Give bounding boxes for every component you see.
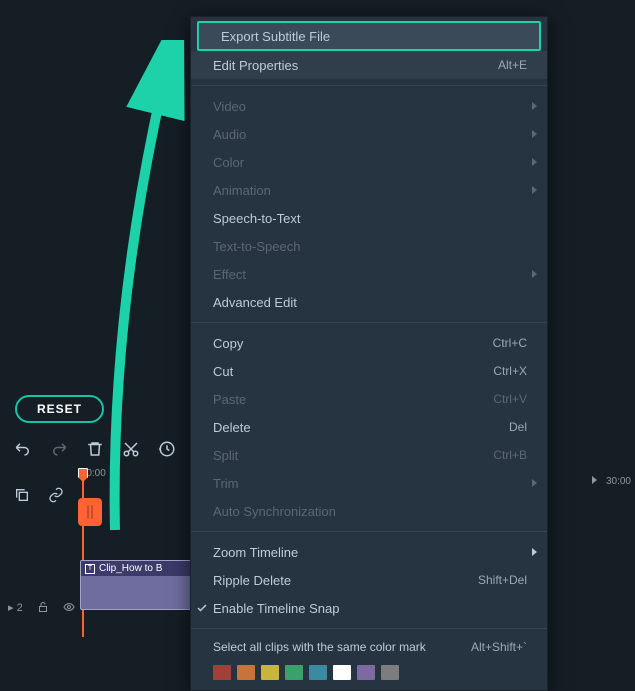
menu-animation: Animation (191, 176, 547, 204)
timeline-ruler-end: 30:00 (606, 476, 631, 487)
link-icon[interactable] (48, 487, 64, 503)
history-icon[interactable] (158, 440, 176, 458)
menu-zoom-timeline[interactable]: Zoom Timeline (191, 538, 547, 566)
menu-video: Video (191, 92, 547, 120)
chevron-right-icon (532, 158, 537, 166)
menu-ripple-delete[interactable]: Ripple DeleteShift+Del (191, 566, 547, 594)
color-swatch[interactable] (309, 665, 327, 680)
color-swatch[interactable] (285, 665, 303, 680)
menu-separator (191, 628, 547, 629)
menu-separator (191, 322, 547, 323)
ruler-arrow-icon (592, 476, 597, 484)
menu-copy[interactable]: CopyCtrl+C (191, 329, 547, 357)
color-swatch[interactable] (357, 665, 375, 680)
menu-advanced-edit[interactable]: Advanced Edit (191, 288, 547, 316)
menu-edit-properties[interactable]: Edit Properties Alt+E (191, 51, 547, 79)
context-menu: Export Subtitle File Edit Properties Alt… (190, 16, 548, 691)
track-controls: ▸ 2 (0, 595, 80, 619)
menu-export-subtitle[interactable]: Export Subtitle File (197, 21, 541, 51)
editor-toolbar (0, 433, 190, 465)
copy-icon[interactable] (14, 487, 30, 503)
delete-icon[interactable] (86, 440, 104, 458)
chevron-right-icon (532, 270, 537, 278)
chevron-right-icon (532, 186, 537, 194)
timeline-clip[interactable]: T Clip_How to B (80, 560, 192, 610)
clip-title: Clip_How to B (99, 563, 162, 574)
color-swatch[interactable] (261, 665, 279, 680)
playhead-marker-icon (78, 468, 88, 482)
color-swatch[interactable] (237, 665, 255, 680)
menu-split: SplitCtrl+B (191, 441, 547, 469)
menu-audio: Audio (191, 120, 547, 148)
clip-label: T Clip_How to B (81, 561, 191, 576)
text-clip-icon: T (85, 564, 95, 574)
chevron-right-icon (532, 479, 537, 487)
chevron-right-icon (532, 130, 537, 138)
menu-trim: Trim (191, 469, 547, 497)
menu-effect: Effect (191, 260, 547, 288)
playhead-handle[interactable] (78, 498, 102, 526)
menu-separator (191, 531, 547, 532)
annotation-arrow-icon (100, 40, 190, 540)
menu-color: Color (191, 148, 547, 176)
chevron-right-icon (532, 548, 537, 556)
menu-paste: PasteCtrl+V (191, 385, 547, 413)
color-mark-row (191, 659, 547, 684)
menu-text-to-speech: Text-to-Speech (191, 232, 547, 260)
menu-cut[interactable]: CutCtrl+X (191, 357, 547, 385)
cut-icon[interactable] (122, 440, 140, 458)
color-swatch[interactable] (213, 665, 231, 680)
color-swatch[interactable] (333, 665, 351, 680)
undo-icon[interactable] (14, 440, 32, 458)
menu-speech-to-text[interactable]: Speech-to-Text (191, 204, 547, 232)
menu-delete[interactable]: DeleteDel (191, 413, 547, 441)
redo-icon[interactable] (50, 440, 68, 458)
menu-separator (191, 85, 547, 86)
menu-timeline-snap[interactable]: Enable Timeline Snap (191, 594, 547, 622)
lock-icon[interactable] (37, 601, 49, 613)
reset-button[interactable]: RESET (15, 395, 104, 423)
track-index: ▸ 2 (8, 601, 23, 614)
color-swatch[interactable] (381, 665, 399, 680)
chevron-right-icon (532, 102, 537, 110)
editor-toolbar-2 (0, 480, 80, 510)
eye-icon[interactable] (63, 601, 75, 613)
menu-auto-sync: Auto Synchronization (191, 497, 547, 525)
check-icon (196, 602, 208, 614)
